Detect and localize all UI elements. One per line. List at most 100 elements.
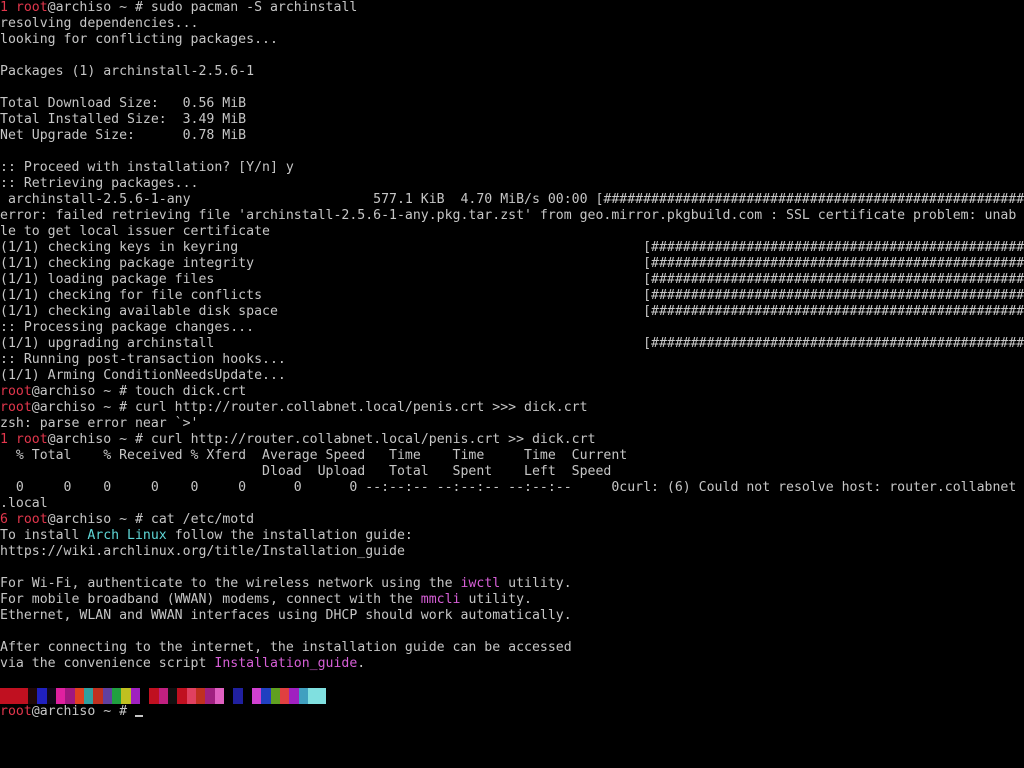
color-bar-segment — [27, 688, 38, 704]
color-bar-segment — [149, 688, 159, 704]
color-bar-segment — [65, 688, 75, 704]
output-line: For mobile broadband (WWAN) modems, conn… — [0, 592, 1024, 608]
color-bar-segment — [37, 688, 47, 704]
color-bar-segment — [233, 688, 243, 704]
output-line: (1/1) upgrading archinstall [###########… — [0, 336, 1024, 351]
output-line: (1/1) loading package files [###########… — [0, 272, 1024, 287]
highlighted-term: iwctl — [460, 576, 501, 591]
prompt-host-path: @archiso ~ # — [31, 384, 135, 399]
output-line: https://wiki.archlinux.org/title/Install… — [0, 544, 405, 559]
color-bar-segment — [326, 688, 336, 704]
command-text: curl http://router.collabnet.local/penis… — [150, 432, 596, 447]
color-bar-segment — [121, 688, 131, 704]
color-bar-segment — [205, 688, 215, 704]
color-bar-segment — [317, 688, 327, 704]
prompt-user: root — [0, 704, 32, 719]
command-text: sudo pacman -S archinstall — [150, 0, 358, 15]
output-text: utility. — [500, 576, 572, 591]
output-text: utility. — [460, 592, 532, 607]
prompt-line: root@archiso ~ # curl http://router.coll… — [0, 400, 1024, 416]
output-line: % Total % Received % Xferd Average Speed… — [0, 448, 628, 463]
command-text: touch dick.crt — [134, 384, 247, 399]
color-bar-segment — [18, 688, 28, 704]
output-line: 0 0 0 0 0 0 0 0 --:--:-- --:--:-- --:--:… — [0, 480, 1017, 495]
prompt-line: root@archiso ~ # touch dick.crt — [0, 384, 1024, 400]
prompt-line: 1 root@archiso ~ # sudo pacman -S archin… — [0, 0, 1024, 16]
color-bar-segment — [270, 688, 280, 704]
color-bar-segment — [223, 688, 234, 704]
output-text: follow the installation guide: — [166, 528, 413, 543]
color-bar-segment — [139, 688, 150, 704]
color-bar-segment — [242, 688, 252, 704]
color-bar-segment — [0, 688, 10, 704]
color-bar-segment — [46, 688, 56, 704]
prompt-line: 1 root@archiso ~ # curl http://router.co… — [0, 432, 1024, 448]
color-bar-segment — [167, 688, 178, 704]
color-bar-segment — [251, 688, 262, 704]
output-line: (1/1) checking available disk space [###… — [0, 304, 1024, 319]
output-line: (1/1) checking package integrity [######… — [0, 256, 1024, 271]
output-line: looking for conflicting packages... — [0, 32, 278, 47]
prompt-line: 6 root@archiso ~ # cat /etc/motd — [0, 512, 1024, 528]
color-bar-segment — [195, 688, 206, 704]
output-line: (1/1) Arming ConditionNeedsUpdate... — [0, 368, 286, 383]
color-bar-segment — [74, 688, 84, 704]
output-line: error: failed retrieving file 'archinsta… — [0, 208, 1017, 223]
output-text: . — [357, 656, 366, 671]
prompt-user: root — [15, 512, 48, 527]
color-bar-segment — [158, 688, 168, 704]
highlighted-term: mmcli — [420, 592, 461, 607]
output-line: Total Download Size: 0.56 MiB — [0, 96, 247, 111]
prompt-host-path: @archiso ~ # — [47, 432, 151, 447]
output-line: :: Processing package changes... — [0, 320, 255, 335]
output-line: To install Arch Linux follow the install… — [0, 528, 1024, 544]
output-line: (1/1) checking for file conflicts [#####… — [0, 288, 1024, 303]
output-line: le to get local issuer certificate — [0, 224, 270, 239]
exit-code: 6 — [0, 512, 8, 527]
prompt-host-path: @archiso ~ # — [31, 400, 135, 415]
color-bar-segment — [307, 688, 318, 704]
prompt-host-path: @archiso ~ # — [47, 512, 151, 527]
output-text: For Wi-Fi, authenticate to the wireless … — [0, 576, 461, 591]
color-bar-segment — [279, 688, 290, 704]
color-test-bar — [0, 688, 1024, 704]
output-line: :: Running post-transaction hooks... — [0, 352, 286, 367]
output-line: Dload Upload Total Spent Left Speed — [0, 464, 612, 479]
exit-code: 1 — [0, 432, 8, 447]
output-text: via the convenience script — [0, 656, 215, 671]
output-line: Ethernet, WLAN and WWAN interfaces using… — [0, 608, 572, 623]
highlighted-term: Arch Linux — [87, 528, 167, 543]
output-line: archinstall-2.5.6-1-any 577.1 KiB 4.70 M… — [0, 192, 1024, 207]
color-bar-segment — [93, 688, 103, 704]
prompt-host-path: @archiso ~ # — [31, 704, 135, 719]
color-bar-segment — [9, 688, 19, 704]
prompt-user: root — [0, 384, 32, 399]
color-bar-segment — [289, 688, 299, 704]
output-line: Packages (1) archinstall-2.5.6-1 — [0, 64, 255, 79]
prompt-line: root@archiso ~ # — [0, 704, 1024, 720]
prompt-user: root — [0, 400, 32, 415]
output-line: :: Proceed with installation? [Y/n] y — [0, 160, 294, 175]
color-bar-segment — [83, 688, 94, 704]
color-bar-segment — [102, 688, 112, 704]
output-line: For Wi-Fi, authenticate to the wireless … — [0, 576, 1024, 592]
output-line: zsh: parse error near `>' — [0, 416, 199, 431]
color-bar-segment — [130, 688, 140, 704]
output-text: For mobile broadband (WWAN) modems, conn… — [0, 592, 421, 607]
command-text: cat /etc/motd — [150, 512, 255, 527]
output-line: via the convenience script Installation_… — [0, 656, 1024, 672]
text-cursor[interactable] — [134, 715, 143, 717]
color-bar-segment — [55, 688, 66, 704]
color-bar-segment — [111, 688, 122, 704]
prompt-user: root — [15, 0, 48, 15]
command-text: curl http://router.collabnet.local/penis… — [134, 400, 588, 415]
exit-code: 1 — [0, 0, 8, 15]
color-bar-segment — [298, 688, 308, 704]
output-line: .local — [0, 496, 48, 511]
terminal-window[interactable]: 1 root@archiso ~ # sudo pacman -S archin… — [0, 0, 1024, 768]
